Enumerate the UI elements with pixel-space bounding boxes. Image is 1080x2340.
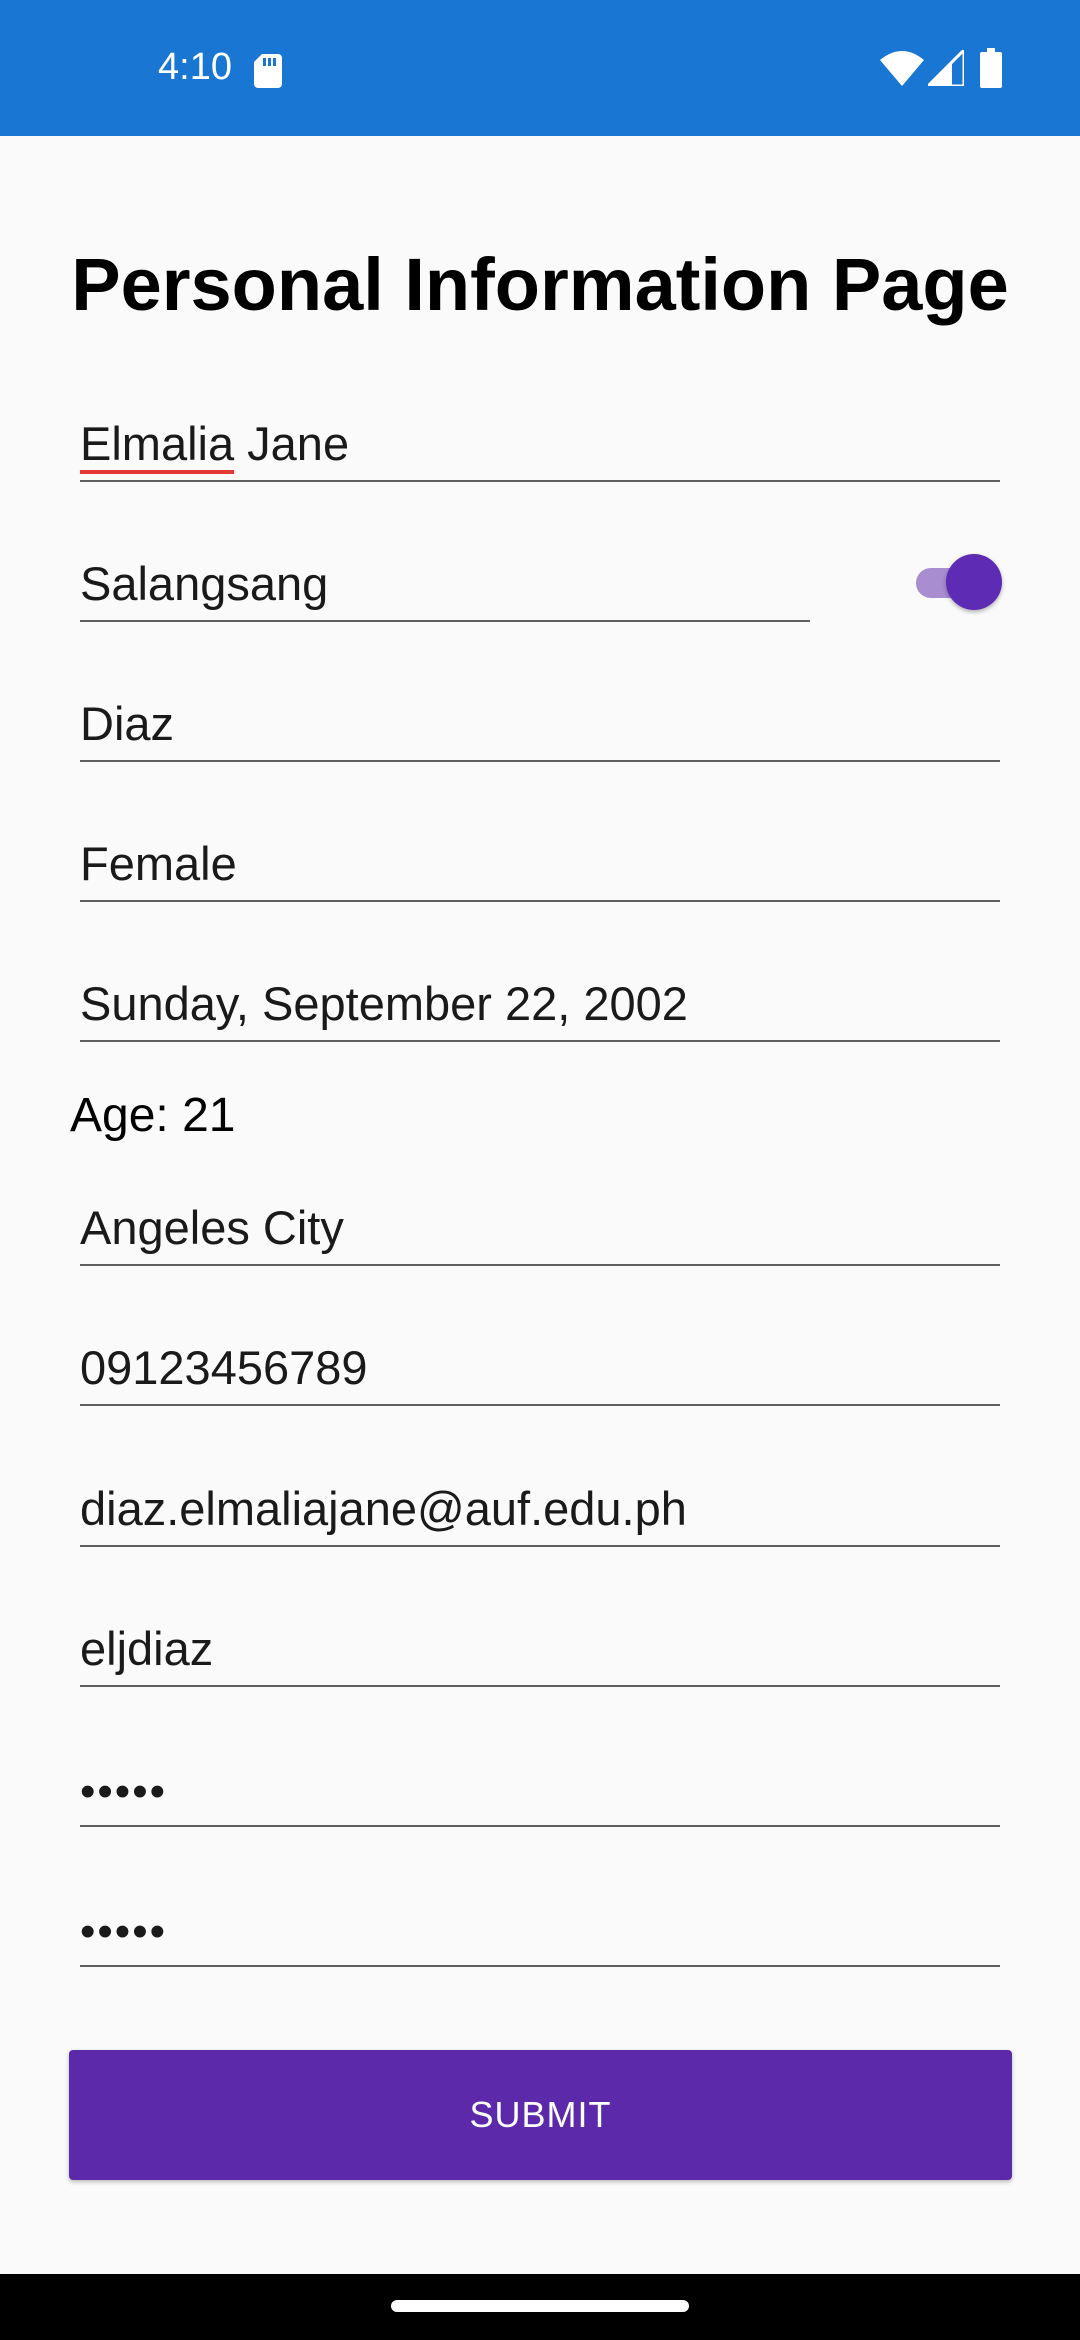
navigation-bar <box>0 2274 1080 2340</box>
misspelled-word: Elmalia <box>80 417 235 470</box>
city-field[interactable]: Angeles City <box>80 1196 1000 1266</box>
age-label: Age: 21 <box>70 1089 236 1142</box>
toggle-thumb <box>946 554 1002 610</box>
home-gesture-handle[interactable] <box>391 2300 689 2312</box>
gender-field[interactable]: Female <box>80 832 1000 902</box>
last-name-field[interactable]: Diaz <box>80 692 1000 762</box>
confirm-password-field[interactable]: ••••• <box>80 1897 1000 1967</box>
username-field[interactable]: eljdiaz <box>80 1617 1000 1687</box>
sd-card-icon <box>254 54 282 88</box>
status-time: 4:10 <box>158 46 232 88</box>
battery-icon <box>980 48 1002 88</box>
submit-button[interactable]: SUBMIT <box>69 2050 1012 2180</box>
page-title: Personal Information Page <box>71 243 1009 326</box>
password-field[interactable]: ••••• <box>80 1757 1000 1827</box>
birth-date-picker[interactable]: Sunday, September 22, 2002 <box>80 972 1000 1042</box>
email-field[interactable]: diaz.elmaliajane@auf.edu.ph <box>80 1477 1000 1547</box>
personal-info-screen: 4:10 Personal Information Page Elmalia J… <box>0 0 1080 2340</box>
middle-name-toggle[interactable] <box>912 552 1004 612</box>
phone-field[interactable]: 09123456789 <box>80 1336 1000 1406</box>
status-bar: 4:10 <box>0 0 1080 136</box>
first-name-rest: Jane <box>234 417 350 470</box>
first-name-field[interactable]: Elmalia Jane <box>80 412 1000 482</box>
wifi-icon <box>880 51 924 86</box>
middle-name-field[interactable]: Salangsang <box>80 552 810 622</box>
cell-signal-icon <box>928 50 964 86</box>
